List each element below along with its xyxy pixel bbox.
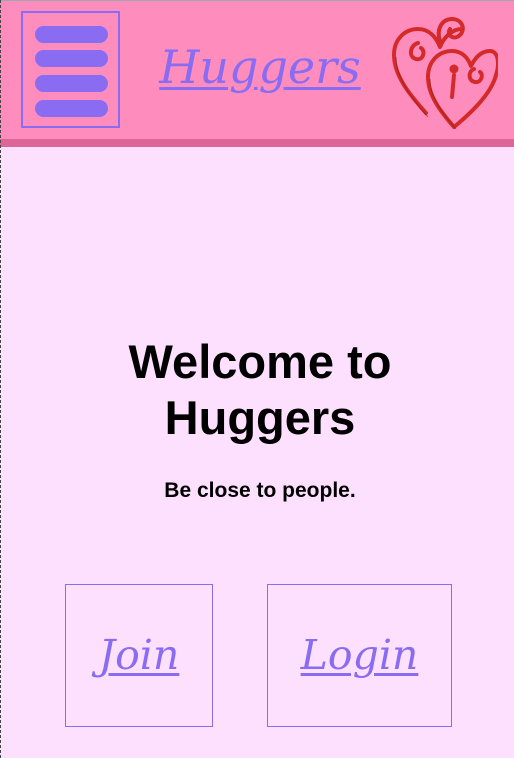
left-edge-border [0, 0, 1, 758]
hamburger-menu-button[interactable] [21, 11, 120, 128]
menu-line-icon [35, 75, 108, 92]
join-link[interactable]: Join [66, 629, 212, 681]
menu-line-icon [35, 26, 108, 43]
brand-title-link[interactable]: Huggers [148, 37, 372, 97]
login-link[interactable]: Login [268, 629, 451, 681]
double-hearts-logo-icon [392, 17, 498, 130]
welcome-subtitle: Be close to people. [164, 479, 356, 502]
welcome-title: Welcome to Huggers [128, 335, 392, 444]
app-header: Huggers [0, 1, 514, 139]
header-divider-bar [0, 139, 514, 147]
login-button[interactable]: Login [267, 584, 452, 727]
join-button[interactable]: Join [65, 584, 213, 727]
menu-line-icon [35, 100, 108, 117]
menu-line-icon [35, 50, 108, 67]
